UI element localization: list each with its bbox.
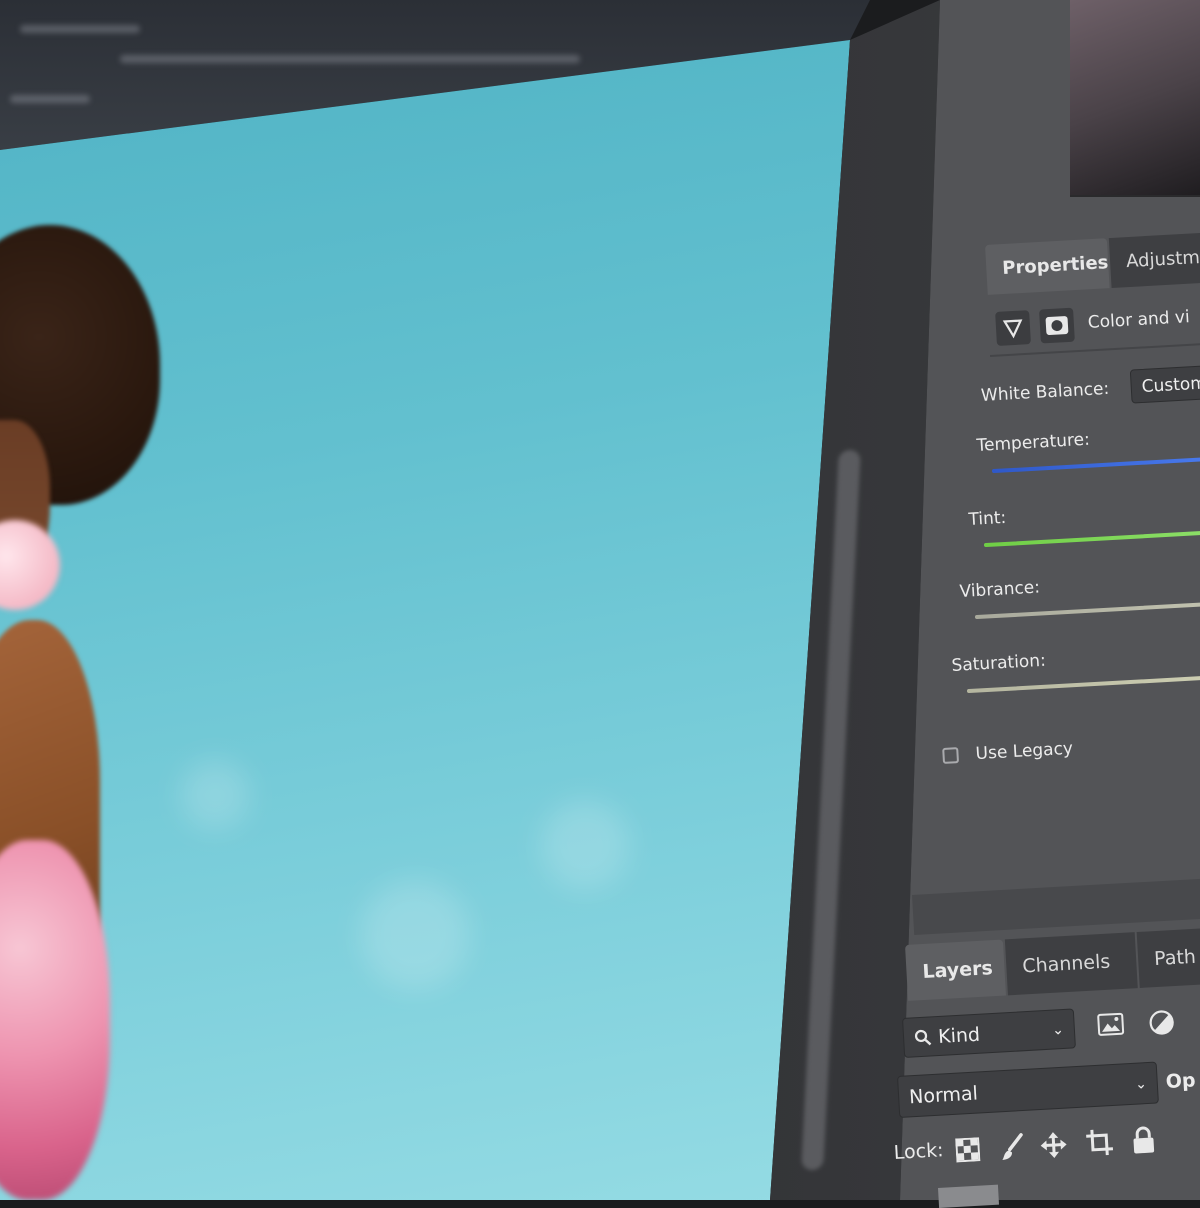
white-balance-dropdown[interactable]: Custom	[1129, 363, 1200, 404]
vibrance-label: Vibrance:	[959, 577, 1041, 602]
tab-layers-label: Layers	[921, 957, 994, 984]
adjustment-layer-icon[interactable]	[995, 310, 1031, 346]
photo-subject-bubblegum	[0, 520, 60, 610]
search-icon	[914, 1029, 932, 1046]
bokeh-light	[360, 880, 470, 990]
image-filter-icon[interactable]	[1096, 1012, 1126, 1042]
tab-label-blur	[10, 95, 90, 103]
adjustment-filter-icon[interactable]	[1148, 1009, 1176, 1040]
tab-label-blur	[20, 25, 140, 33]
blend-mode-value: Normal	[908, 1082, 979, 1109]
lock-all-icon[interactable]	[1131, 1125, 1157, 1158]
lock-position-move-icon[interactable]	[1039, 1130, 1069, 1164]
tab-adjustments-label: Adjustm	[1125, 247, 1200, 273]
vibrance-slider[interactable]	[974, 601, 1200, 620]
tab-channels[interactable]: Channels	[1004, 932, 1138, 996]
color-picker-preview[interactable]	[1070, 0, 1200, 197]
lock-image-pixels-brush-icon[interactable]	[999, 1133, 1027, 1166]
use-legacy-label: Use Legacy	[975, 738, 1074, 764]
tab-channels-label: Channels	[1021, 950, 1111, 978]
tab-paths[interactable]: Path	[1136, 927, 1200, 988]
tab-paths-label: Path	[1153, 945, 1197, 971]
saturation-label: Saturation:	[951, 650, 1047, 676]
tab-label-blur	[120, 55, 580, 63]
chevron-down-icon: ⌄	[1134, 1076, 1148, 1093]
tab-adjustments[interactable]: Adjustm	[1108, 230, 1200, 289]
filter-kind-label: Kind	[937, 1023, 981, 1048]
saturation-slider[interactable]	[966, 674, 1200, 694]
adjustment-title: Color and vi	[1087, 307, 1191, 333]
bokeh-light	[180, 760, 250, 830]
lock-artboard-crop-icon[interactable]	[1085, 1128, 1115, 1162]
bokeh-light	[540, 800, 630, 890]
white-balance-value: Custom	[1141, 373, 1200, 397]
filter-kind-dropdown[interactable]: Kind ⌄	[902, 1008, 1076, 1058]
layer-mask-icon[interactable]	[1039, 307, 1075, 344]
tab-properties[interactable]: Properties	[985, 238, 1110, 295]
temperature-slider[interactable]	[991, 456, 1200, 474]
opacity-label: Op	[1165, 1069, 1197, 1093]
tab-properties-label: Properties	[1001, 252, 1109, 280]
tab-layers[interactable]: Layers	[905, 939, 1006, 1001]
chevron-down-icon: ⌄	[1051, 1021, 1065, 1039]
tint-slider[interactable]	[983, 529, 1200, 548]
white-balance-label: White Balance:	[980, 378, 1110, 406]
tint-label: Tint:	[968, 507, 1007, 530]
lock-label: Lock:	[893, 1139, 945, 1164]
layer-thumbnail[interactable]	[938, 1184, 1000, 1208]
lock-transparent-pixels-icon[interactable]	[955, 1137, 981, 1166]
use-legacy-checkbox[interactable]	[942, 746, 960, 764]
